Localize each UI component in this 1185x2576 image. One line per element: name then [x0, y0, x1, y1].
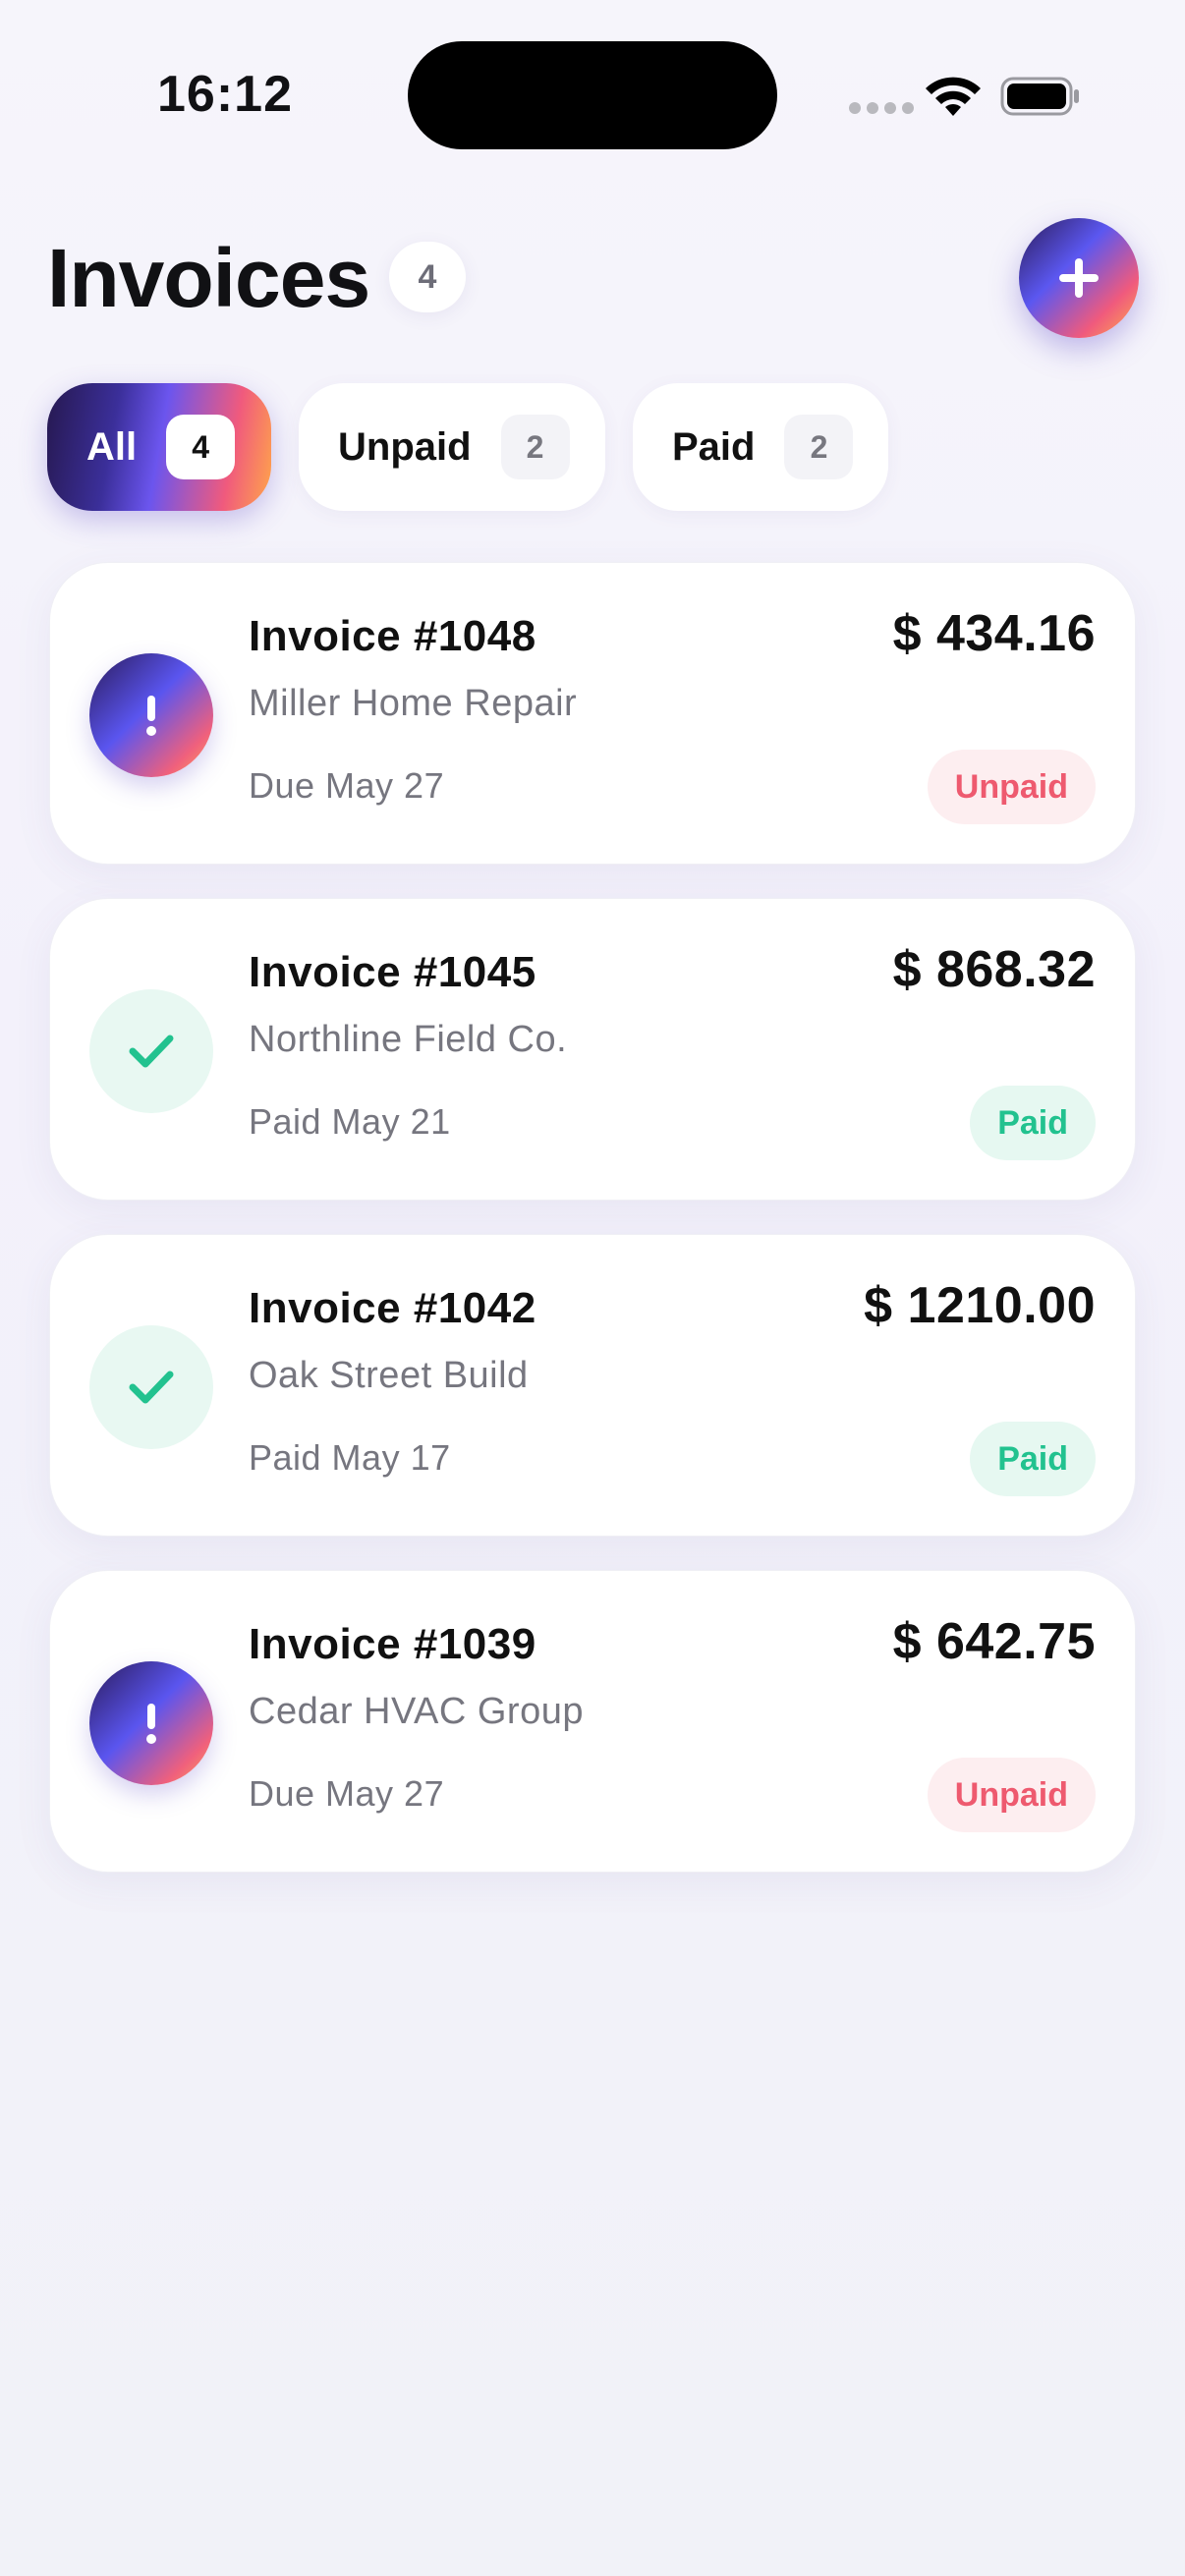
- invoice-date: Due May 27: [249, 1773, 445, 1814]
- invoice-client: Oak Street Build: [249, 1355, 529, 1396]
- status-badge: Paid: [970, 1086, 1096, 1160]
- plus-icon: [1059, 258, 1099, 298]
- invoice-card[interactable]: Invoice #1039 Cedar HVAC Group Due May 2…: [49, 1570, 1136, 1873]
- invoice-client: Miller Home Repair: [249, 683, 578, 724]
- tab-paid[interactable]: Paid 2: [633, 383, 888, 511]
- tab-label: Paid: [672, 424, 756, 469]
- invoice-card[interactable]: Invoice #1045 Northline Field Co. Paid M…: [49, 898, 1136, 1201]
- exclamation-icon: [89, 1661, 213, 1785]
- checkmark-icon: [89, 989, 213, 1113]
- invoice-title: Invoice #1045: [249, 948, 536, 996]
- cellular-signal-icon: [849, 102, 914, 114]
- invoice-card[interactable]: Invoice #1042 Oak Street Build Paid May …: [49, 1234, 1136, 1537]
- dynamic-island: [408, 41, 777, 149]
- invoice-title: Invoice #1048: [249, 612, 536, 660]
- checkmark-icon: [89, 1325, 213, 1449]
- battery-icon: [1000, 77, 1079, 116]
- page-title: Invoices: [47, 232, 370, 324]
- status-bar: 16:12: [0, 0, 1185, 187]
- invoice-amount: $ 434.16: [892, 605, 1096, 662]
- invoice-amount: $ 642.75: [892, 1613, 1096, 1670]
- status-badge: Paid: [970, 1422, 1096, 1496]
- invoice-date: Paid May 21: [249, 1101, 451, 1142]
- add-invoice-button[interactable]: [1019, 218, 1139, 338]
- invoice-card[interactable]: Invoice #1048 Miller Home Repair Due May…: [49, 562, 1136, 865]
- invoice-count-badge: 4: [389, 242, 466, 312]
- invoice-amount: $ 868.32: [892, 941, 1096, 998]
- wifi-icon: [926, 77, 981, 116]
- status-badge: Unpaid: [927, 1758, 1096, 1832]
- tab-label: All: [86, 424, 138, 469]
- invoices-screen: 16:12 Invoices 4 All 4 Unpaid 2 Paid 2 I…: [0, 0, 1185, 2576]
- invoice-title: Invoice #1042: [249, 1284, 536, 1332]
- invoice-date: Due May 27: [249, 765, 445, 806]
- status-badge: Unpaid: [927, 750, 1096, 824]
- tab-label: Unpaid: [338, 424, 472, 469]
- invoice-amount: $ 1210.00: [864, 1277, 1096, 1334]
- filter-tabs: All 4 Unpaid 2 Paid 2: [47, 383, 888, 511]
- tab-count: 2: [784, 415, 854, 479]
- invoice-client: Northline Field Co.: [249, 1019, 568, 1060]
- tab-count: 4: [166, 415, 236, 479]
- tab-count: 2: [500, 415, 570, 479]
- invoice-title: Invoice #1039: [249, 1620, 536, 1668]
- status-time: 16:12: [157, 66, 293, 123]
- invoice-date: Paid May 17: [249, 1437, 451, 1478]
- tab-all[interactable]: All 4: [47, 383, 271, 511]
- invoice-client: Cedar HVAC Group: [249, 1691, 584, 1732]
- exclamation-icon: [89, 653, 213, 777]
- tab-unpaid[interactable]: Unpaid 2: [299, 383, 605, 511]
